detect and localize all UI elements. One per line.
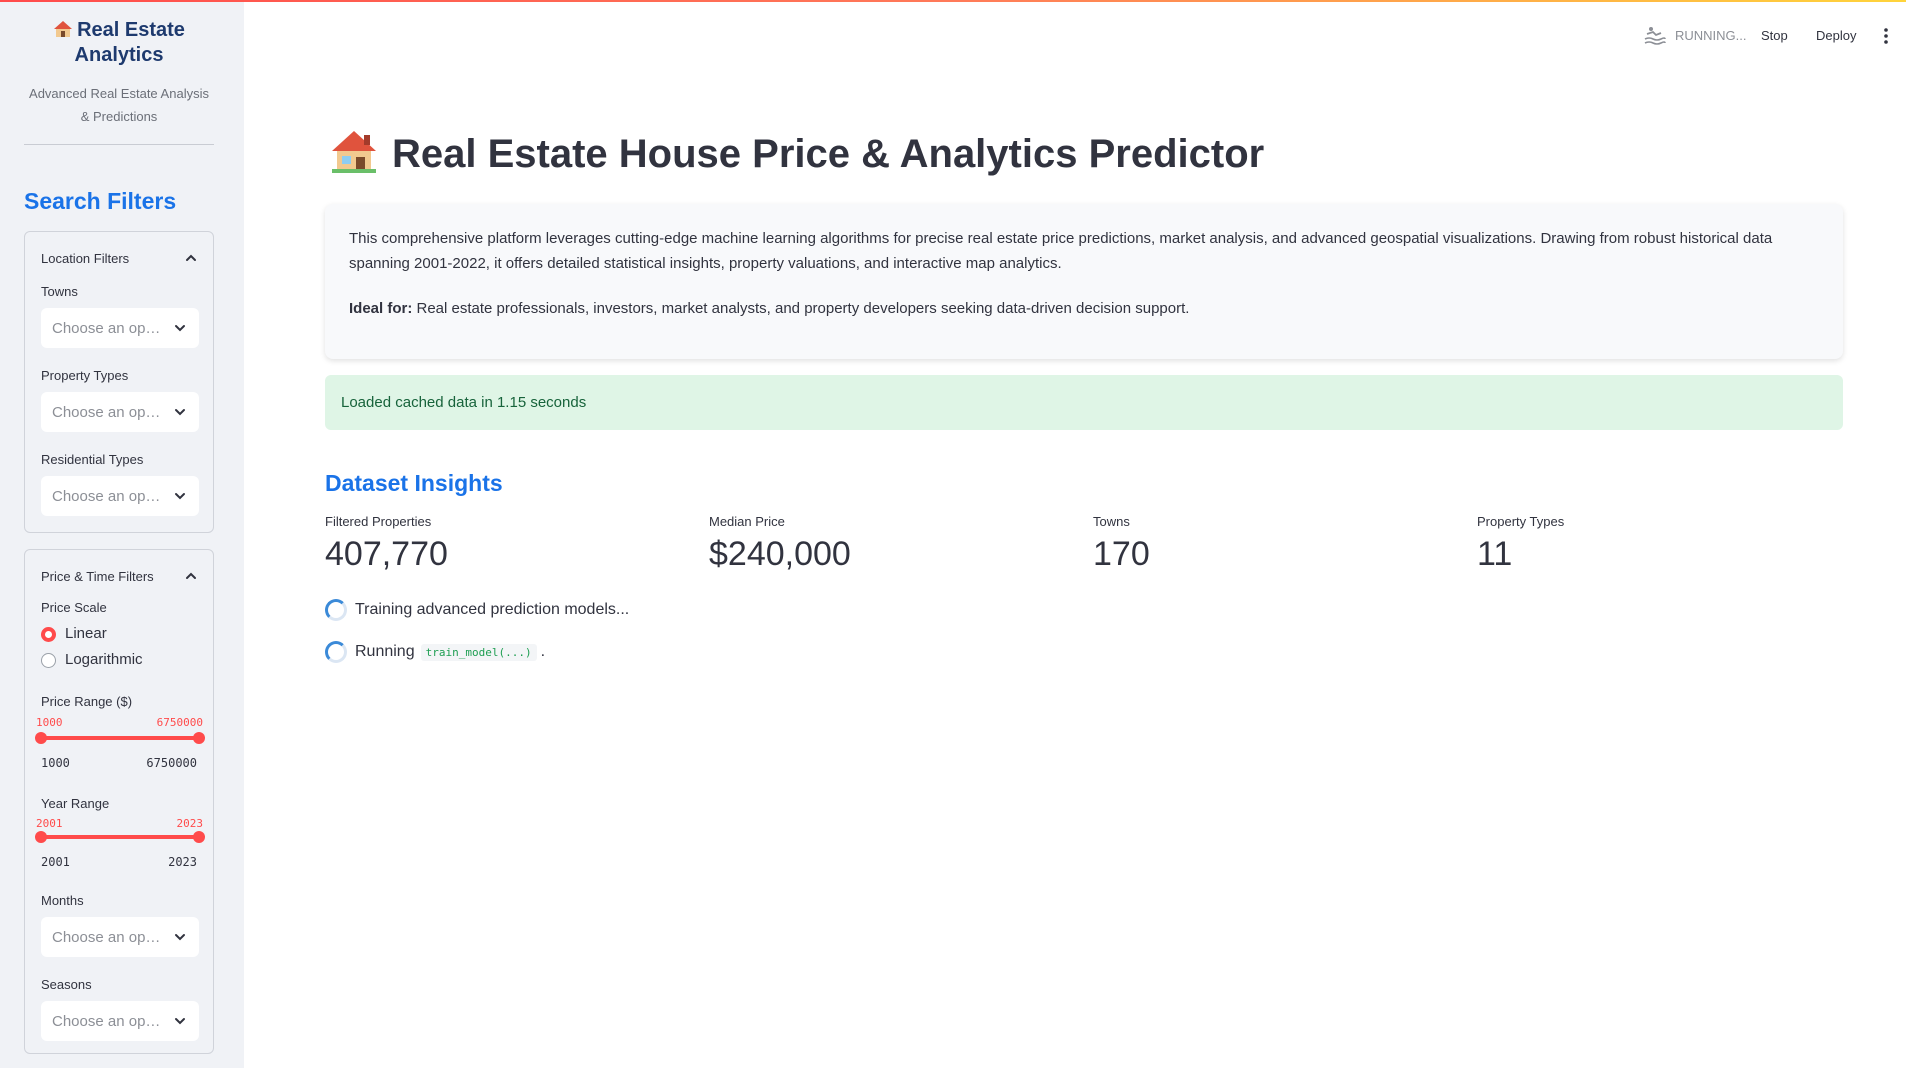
metric-median-price: Median Price $240,000 (709, 514, 1089, 574)
residential-types-placeholder: Choose an options (52, 488, 162, 505)
price-time-filters-title: Price & Time Filters (41, 569, 154, 584)
success-prefix: Loaded cached data in (341, 394, 497, 411)
chevron-down-icon (175, 325, 185, 332)
chevron-down-icon (175, 493, 185, 500)
running-status-text: RUNNING... (1675, 28, 1747, 43)
running-suffix: . (540, 643, 546, 660)
metric-filtered-properties: Filtered Properties 407,770 (325, 514, 705, 574)
brand-title: Real Estate Analytics (24, 18, 214, 68)
ideal-for-text: Real estate professionals, investors, ma… (412, 300, 1190, 317)
location-filters-expander: Location Filters Towns Choose an options… (24, 231, 214, 533)
seasons-label: Seasons (41, 977, 92, 992)
chevron-down-icon (175, 934, 185, 941)
price-range-max-tick: 6750000 (146, 756, 197, 770)
page-title-text: Real Estate House Price & Analytics Pred… (392, 132, 1265, 176)
intro-paragraph: This comprehensive platform leverages cu… (349, 230, 1773, 272)
success-message: Loaded cached data in 1.15 seconds (341, 394, 586, 411)
brand-title-text: Real Estate Analytics (74, 19, 185, 66)
price-range-min-tick: 1000 (41, 756, 70, 770)
chevron-down-icon (175, 409, 185, 416)
radio-linear-dot (41, 627, 56, 642)
towns-select[interactable]: Choose an options (41, 308, 199, 348)
sidebar-divider (24, 144, 214, 145)
success-alert: Loaded cached data in 1.15 seconds (325, 375, 1843, 430)
deploy-button[interactable]: Deploy (1816, 28, 1856, 52)
radio-logarithmic-dot (41, 653, 56, 668)
months-label: Months (41, 893, 84, 908)
price-time-filters-header[interactable]: Price & Time Filters (41, 568, 199, 584)
property-types-label: Property Types (41, 368, 129, 383)
intro-card: This comprehensive platform leverages cu… (325, 204, 1843, 359)
metric-value: $240,000 (709, 535, 851, 573)
top-decoration-bar (0, 0, 1906, 2)
price-range-track[interactable] (41, 736, 199, 740)
location-filters-title: Location Filters (41, 251, 130, 266)
ideal-for-label: Ideal for: (349, 300, 413, 317)
running-code: train_model(...) (420, 644, 537, 661)
sidebar-brand: Real Estate Analytics Advanced Real Esta… (24, 18, 214, 128)
brand-subtitle: Advanced Real Estate Analysis & Predicti… (29, 86, 209, 124)
running-status: RUNNING... (1643, 24, 1749, 48)
seasons-select[interactable]: Choose an options (41, 1001, 199, 1041)
property-types-placeholder: Choose an options (52, 404, 162, 421)
price-range-high-handle[interactable] (193, 732, 205, 744)
year-range-high-value: 2023 (176, 817, 204, 830)
metric-property-types: Property Types 11 (1477, 514, 1857, 574)
house-emoji-icon (54, 21, 73, 37)
price-range-low-value: 1000 (36, 716, 63, 729)
price-range-high-value: 6750000 (156, 716, 203, 729)
dataset-insights-heading: Dataset Insights (325, 470, 503, 496)
radio-linear-label: Linear (65, 625, 107, 642)
radio-logarithmic-label: Logarithmic (65, 651, 143, 668)
success-time: 1.15 seconds (496, 394, 587, 411)
residential-types-select[interactable]: Choose an options (41, 476, 199, 516)
running-prefix: Running (355, 643, 415, 660)
chevron-up-icon (186, 254, 196, 261)
ideal-for-paragraph: Ideal for: Real estate professionals, in… (349, 296, 1819, 321)
year-range-label: Year Range (41, 796, 110, 811)
metric-value: 170 (1093, 535, 1150, 573)
price-range-label: Price Range ($) (41, 694, 133, 709)
towns-label: Towns (41, 284, 78, 299)
chevron-down-icon (175, 1018, 185, 1025)
metric-label: Median Price (709, 514, 785, 529)
year-range-min-tick: 2001 (41, 855, 70, 869)
price-range-low-handle[interactable] (35, 732, 47, 744)
running-icon (1644, 27, 1666, 45)
metric-label: Towns (1093, 514, 1130, 529)
towns-placeholder: Choose an options (52, 320, 162, 337)
chevron-up-icon (186, 572, 196, 579)
location-filters-header[interactable]: Location Filters (41, 250, 199, 266)
running-status-line: Running train_model(...). (355, 643, 545, 661)
price-scale-label: Price Scale (41, 600, 107, 615)
metric-label: Property Types (1477, 514, 1565, 529)
kebab-menu-icon[interactable] (1882, 26, 1890, 46)
metric-towns: Towns 170 (1093, 514, 1473, 574)
seasons-placeholder: Choose an options (52, 1013, 162, 1030)
training-status-text: Training advanced prediction models... (355, 601, 630, 618)
year-range-low-handle[interactable] (35, 831, 47, 843)
year-range-low-value: 2001 (36, 817, 63, 830)
metric-label: Filtered Properties (325, 514, 432, 529)
year-range-max-tick: 2023 (168, 855, 197, 869)
spinner-icon (325, 641, 347, 663)
metric-value: 407,770 (325, 535, 448, 573)
stop-button[interactable]: Stop (1761, 28, 1788, 52)
sidebar: Real Estate Analytics Advanced Real Esta… (0, 0, 244, 1068)
residential-types-label: Residential Types (41, 452, 144, 467)
months-select[interactable]: Choose an options (41, 917, 199, 957)
page-title: Real Estate House Price & Analytics Pred… (330, 131, 1265, 177)
year-range-track[interactable] (41, 835, 199, 839)
year-range-high-handle[interactable] (193, 831, 205, 843)
property-types-select[interactable]: Choose an options (41, 392, 199, 432)
price-time-filters-expander: Price & Time Filters Price Scale Linear … (24, 549, 214, 1054)
house-emoji-icon (332, 131, 376, 174)
metric-value: 11 (1477, 535, 1513, 573)
months-placeholder: Choose an options (52, 929, 162, 946)
search-filters-heading: Search Filters (24, 188, 177, 214)
spinner-icon (325, 599, 347, 621)
